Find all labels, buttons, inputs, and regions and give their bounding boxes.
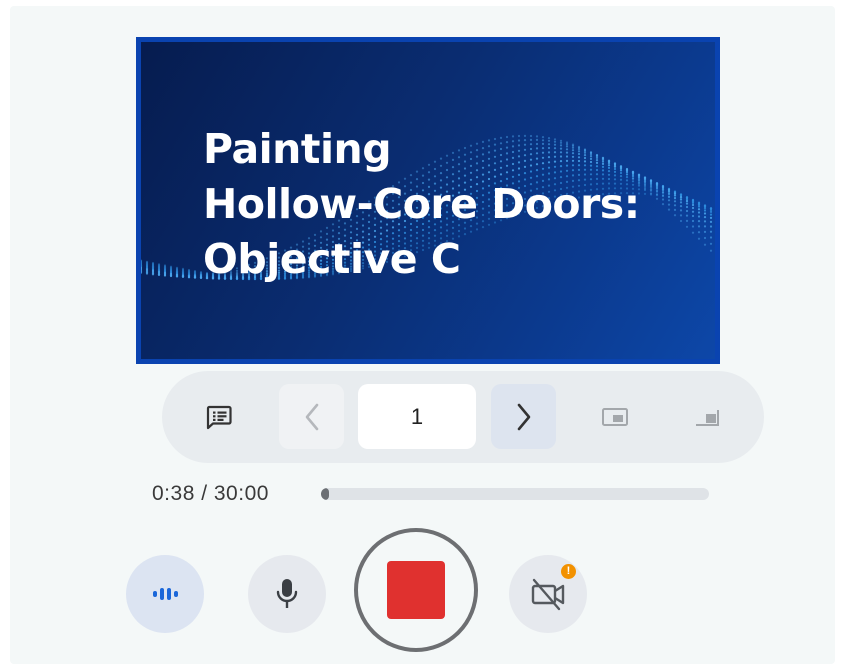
corner-layout-button[interactable] [677,384,737,449]
camera-warning-badge: ! [561,564,576,579]
speaker-notes-button[interactable] [186,384,252,449]
progress-bar[interactable] [321,488,709,500]
camera-off-icon [531,578,565,611]
picture-in-picture-button[interactable] [585,384,645,449]
microphone-icon [276,579,298,608]
stop-recording-button[interactable] [354,528,478,652]
audio-level-icon [153,588,178,600]
slide-title-line: Hollow-Core Doors: [203,180,640,228]
slide-toolbar: 1 [162,371,764,463]
elapsed-time: 0:38 / 30:00 [152,482,269,505]
chevron-right-icon [517,403,530,430]
previous-slide-button[interactable] [279,384,344,449]
audio-level-button[interactable] [126,555,204,633]
picture-in-picture-icon [602,407,628,426]
slide-title-line: Objective C [203,235,461,283]
progress-fill [321,488,330,500]
stop-recording-icon [387,561,445,619]
camera-toggle-button[interactable]: ! [509,555,587,633]
microphone-button[interactable] [248,555,326,633]
page-number-field[interactable]: 1 [358,384,476,449]
slide-title-line: Painting [203,125,392,173]
slide-title: Painting Hollow-Core Doors: Objective C [203,122,640,287]
slide-preview: Painting Hollow-Core Doors: Objective C [136,37,720,364]
corner-layout-icon [696,409,719,426]
next-slide-button[interactable] [491,384,556,449]
chevron-left-icon [305,403,318,430]
speaker-notes-icon [206,405,232,429]
